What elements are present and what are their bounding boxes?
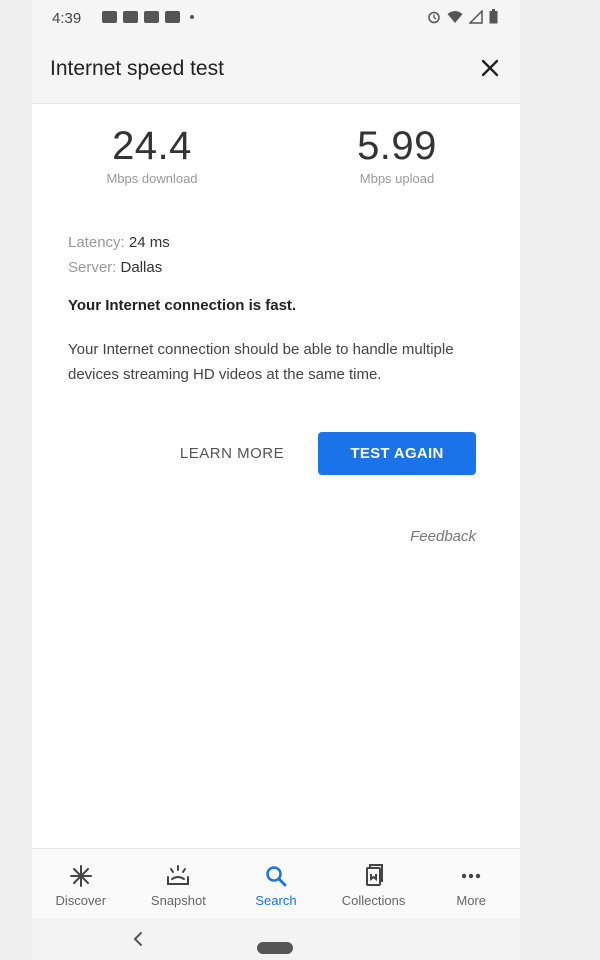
nav-item-more[interactable]: More (422, 849, 520, 918)
nav-item-collections[interactable]: Collections (325, 849, 423, 918)
search-icon (266, 866, 287, 887)
news-icon (123, 11, 138, 23)
latency-row: Latency: 24 ms (68, 230, 170, 255)
nav-label-more: More (456, 893, 486, 908)
nav-label-snapshot: Snapshot (150, 893, 206, 908)
nav-item-discover[interactable]: Discover (32, 849, 130, 918)
upload-value: 5.99 (357, 124, 437, 168)
connection-info: Latency: 24 ms Server: Dallas (68, 230, 170, 280)
latency-value: 24 ms (128, 234, 170, 251)
status-time: 4:39 (52, 10, 82, 27)
phone-screen: 4:39 Internet speed test 24.4 Mbps downl… (32, 0, 520, 960)
test-again-button[interactable]: TEST AGAIN (318, 432, 476, 475)
learn-more-button[interactable]: LEARN MORE (172, 434, 292, 474)
upload-label: Mbps upload (359, 171, 435, 186)
more-notifications-icon (190, 15, 194, 19)
youtube-icon (144, 11, 159, 23)
speed-description: Your Internet connection should be able … (68, 341, 454, 383)
download-value: 24.4 (112, 124, 192, 168)
wifi-icon (447, 10, 463, 23)
system-nav-bar (32, 918, 520, 960)
more-icon (461, 873, 481, 879)
close-icon[interactable] (476, 54, 504, 82)
bottom-navigation: Discover Snapshot Search Collections Mor… (32, 848, 520, 918)
status-bar: 4:39 (32, 0, 520, 34)
signal-icon (469, 9, 483, 24)
home-button[interactable] (257, 942, 293, 954)
collections-icon (365, 864, 383, 886)
latency-label: Latency: (68, 234, 125, 251)
nav-label-discover: Discover (55, 893, 107, 908)
server-row: Server: Dallas (68, 255, 170, 280)
download-result: 24.4 Mbps download (72, 124, 232, 186)
app-header: Internet speed test (32, 34, 520, 104)
server-label: Server: (68, 259, 117, 276)
download-label: Mbps download (106, 171, 198, 186)
discover-icon (69, 865, 92, 887)
nav-item-search[interactable]: Search (227, 849, 325, 918)
youtube-icon (165, 11, 180, 23)
speed-verdict: Your Internet connection is fast. (68, 297, 297, 314)
notification-icons (102, 11, 194, 23)
page-title: Internet speed test (50, 57, 224, 80)
nav-label-collections: Collections (341, 893, 406, 908)
battery-icon (489, 9, 498, 24)
alarm-icon (428, 11, 440, 23)
server-value: Dallas (120, 259, 163, 276)
nav-item-snapshot[interactable]: Snapshot (130, 849, 228, 918)
messages-icon (102, 11, 117, 23)
feedback-link[interactable]: Feedback (410, 528, 476, 545)
nav-label-search: Search (255, 893, 297, 908)
system-icons (427, 9, 498, 24)
back-icon[interactable] (130, 930, 148, 948)
snapshot-icon (167, 865, 190, 885)
upload-result: 5.99 Mbps upload (317, 124, 477, 186)
